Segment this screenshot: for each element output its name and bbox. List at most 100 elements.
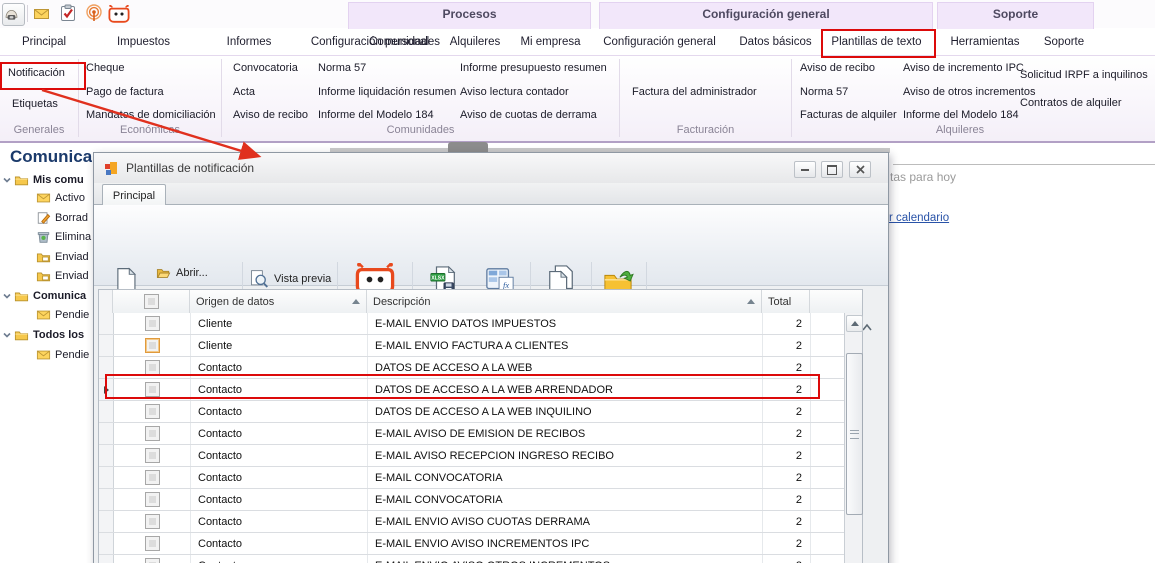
ribbon-button-aviso-recibo-alq[interactable]: Aviso de recibo xyxy=(800,62,875,74)
row-checkbox-cell[interactable] xyxy=(114,423,191,444)
tree-node-eliminados[interactable]: Elimina xyxy=(36,227,91,247)
row-checkbox-cell[interactable] xyxy=(114,467,191,488)
ribbon-button-aviso-lectura[interactable]: Aviso lectura contador xyxy=(460,86,569,98)
row-checkbox[interactable] xyxy=(145,448,160,463)
tree-node-pendientes-2[interactable]: Pendie xyxy=(36,345,89,365)
ribbon-button-etiquetas[interactable]: Etiquetas xyxy=(12,98,58,110)
tab-principal[interactable]: Principal xyxy=(8,30,80,54)
ribbon-button-mandatos[interactable]: Mandatos de domiciliación xyxy=(86,109,216,121)
row-checkbox[interactable] xyxy=(145,338,160,353)
tab-configuracion-general[interactable]: Configuración general xyxy=(602,30,717,54)
ribbon-button-convocatoria[interactable]: Convocatoria xyxy=(233,62,298,74)
tab-impuestos[interactable]: Impuestos xyxy=(96,30,191,54)
tab-herramientas[interactable]: Herramientas xyxy=(945,30,1025,54)
cell-origen-de-datos[interactable]: Contacto xyxy=(191,511,368,532)
cell-origen-de-datos[interactable]: Contacto xyxy=(191,555,368,563)
ribbon-button-norma57-alq[interactable]: Norma 57 xyxy=(800,86,848,98)
table-row[interactable]: Contacto DATOS DE ACCESO A LA WEB INQUIL… xyxy=(99,401,845,423)
row-checkbox[interactable] xyxy=(145,558,160,563)
select-all-column-header[interactable] xyxy=(113,290,190,313)
calendar-link[interactable]: r calendario xyxy=(889,212,949,224)
cell-origen-de-datos[interactable]: Cliente xyxy=(191,335,368,356)
tree-node-mis-comunidades[interactable]: Mis comu xyxy=(2,170,84,190)
table-row[interactable]: Cliente E-MAIL ENVIO FACTURA A CLIENTES … xyxy=(99,335,845,357)
cell-origen-de-datos[interactable]: Contacto xyxy=(191,423,368,444)
ribbon-button-cheque[interactable]: Cheque xyxy=(86,62,125,74)
ribbon-button-factura-administrador[interactable]: Factura del administrador xyxy=(632,86,757,98)
tree-node-todos-los[interactable]: Todos los xyxy=(2,325,84,345)
tab-alquileres[interactable]: Alquileres xyxy=(445,30,505,54)
row-checkbox-cell[interactable] xyxy=(114,335,191,356)
ribbon-button-facturas-alquiler[interactable]: Facturas de alquiler xyxy=(800,109,897,121)
cell-descripcion[interactable]: E-MAIL ENVIO DATOS IMPUESTOS xyxy=(368,313,763,334)
cell-descripcion[interactable]: E-MAIL CONVOCATORIA xyxy=(368,467,763,488)
ribbon-button-pago-de-factura[interactable]: Pago de factura xyxy=(86,86,164,98)
app-menu-button[interactable] xyxy=(2,3,25,26)
table-row[interactable]: Contacto E-MAIL ENVIO AVISO OTROS INCREM… xyxy=(99,555,845,563)
row-checkbox-cell[interactable] xyxy=(114,379,191,400)
row-checkbox[interactable] xyxy=(145,470,160,485)
cell-origen-de-datos[interactable]: Contacto xyxy=(191,445,368,466)
ribbon-button-informe-liquidacion[interactable]: Informe liquidación resumen xyxy=(318,86,456,98)
ribbon-button-solicitud-irpf[interactable]: Solicitud IRPF a inquilinos xyxy=(1020,69,1148,81)
table-row[interactable]: Contacto E-MAIL ENVIO AVISO CUOTAS DERRA… xyxy=(99,511,845,533)
tree-node-pendientes-1[interactable]: Pendie xyxy=(36,305,89,325)
tree-node-activo[interactable]: Activo xyxy=(36,188,85,208)
robot-icon[interactable] xyxy=(108,5,130,23)
cell-descripcion[interactable]: E-MAIL AVISO DE EMISION DE RECIBOS xyxy=(368,423,763,444)
row-checkbox[interactable] xyxy=(145,316,160,331)
table-row[interactable]: Contacto E-MAIL ENVIO AVISO INCREMENTOS … xyxy=(99,533,845,555)
cell-descripcion[interactable]: DATOS DE ACCESO A LA WEB INQUILINO xyxy=(368,401,763,422)
tab-informes[interactable]: Informes xyxy=(205,30,293,54)
table-row[interactable]: Cliente E-MAIL ENVIO DATOS IMPUESTOS 2 xyxy=(99,313,845,335)
cell-origen-de-datos[interactable]: Contacto xyxy=(191,467,368,488)
tasks-icon[interactable] xyxy=(59,4,77,22)
ribbon-button-notificacion[interactable]: Notificación xyxy=(8,67,65,79)
mail-icon[interactable] xyxy=(33,6,50,22)
tree-node-enviados-2[interactable]: Enviad xyxy=(36,266,89,286)
scroll-up-button[interactable] xyxy=(846,315,863,332)
table-row[interactable]: Contacto DATOS DE ACCESO A LA WEB ARREND… xyxy=(99,379,845,401)
table-row[interactable]: Contacto E-MAIL CONVOCATORIA 2 xyxy=(99,489,845,511)
table-row[interactable]: Contacto E-MAIL AVISO RECEPCION INGRESO … xyxy=(99,445,845,467)
column-header-total[interactable]: Total xyxy=(762,290,810,313)
maximize-button[interactable] xyxy=(821,161,843,178)
chevron-down-icon[interactable] xyxy=(2,291,12,301)
tree-node-comunicaciones[interactable]: Comunica xyxy=(2,286,86,306)
column-header-descripcion[interactable]: Descripción xyxy=(367,290,762,313)
dialog-title-bar[interactable]: Plantillas de notificación xyxy=(94,153,888,184)
row-checkbox-cell[interactable] xyxy=(114,401,191,422)
row-checkbox-cell[interactable] xyxy=(114,533,191,554)
abrir-button[interactable]: Abrir... xyxy=(156,262,208,283)
close-button[interactable] xyxy=(849,161,871,178)
row-checkbox[interactable] xyxy=(145,536,160,551)
tab-comunidades[interactable]: Comunidades xyxy=(357,30,452,54)
cell-descripcion[interactable]: E-MAIL ENVIO AVISO INCREMENTOS IPC xyxy=(368,533,763,554)
dialog-tab-principal[interactable]: Principal xyxy=(102,184,166,206)
cell-descripcion[interactable]: E-MAIL CONVOCATORIA xyxy=(368,489,763,510)
cell-descripcion[interactable]: DATOS DE ACCESO A LA WEB xyxy=(368,357,763,378)
ribbon-button-aviso-de-recibo[interactable]: Aviso de recibo xyxy=(233,109,308,121)
cell-origen-de-datos[interactable]: Contacto xyxy=(191,401,368,422)
tab-plantillas-de-texto[interactable]: Plantillas de texto xyxy=(823,30,930,54)
cell-descripcion[interactable]: E-MAIL ENVIO AVISO CUOTAS DERRAMA xyxy=(368,511,763,532)
cell-descripcion[interactable]: DATOS DE ACCESO A LA WEB ARRENDADOR xyxy=(368,379,763,400)
cell-origen-de-datos[interactable]: Contacto xyxy=(191,489,368,510)
table-row[interactable]: Contacto E-MAIL AVISO DE EMISION DE RECI… xyxy=(99,423,845,445)
row-checkbox[interactable] xyxy=(145,382,160,397)
table-row[interactable]: Contacto E-MAIL CONVOCATORIA 2 xyxy=(99,467,845,489)
chevron-down-icon[interactable] xyxy=(2,330,12,340)
row-checkbox[interactable] xyxy=(145,404,160,419)
tree-node-enviados-1[interactable]: Enviad xyxy=(36,247,89,267)
ribbon-button-acta[interactable]: Acta xyxy=(233,86,255,98)
row-checkbox-cell[interactable] xyxy=(114,555,191,563)
row-checkbox[interactable] xyxy=(145,426,160,441)
chevron-down-icon[interactable] xyxy=(2,175,12,185)
ribbon-button-informe-modelo184-alq[interactable]: Informe del Modelo 184 xyxy=(903,109,1019,121)
cell-origen-de-datos[interactable]: Contacto xyxy=(191,357,368,378)
ribbon-button-contratos-alquiler[interactable]: Contratos de alquiler xyxy=(1020,97,1122,109)
vertical-scrollbar[interactable] xyxy=(844,313,862,563)
tree-node-borradores[interactable]: Borrad xyxy=(36,208,88,228)
scrollbar-thumb[interactable] xyxy=(846,353,863,515)
cell-origen-de-datos[interactable]: Cliente xyxy=(191,313,368,334)
